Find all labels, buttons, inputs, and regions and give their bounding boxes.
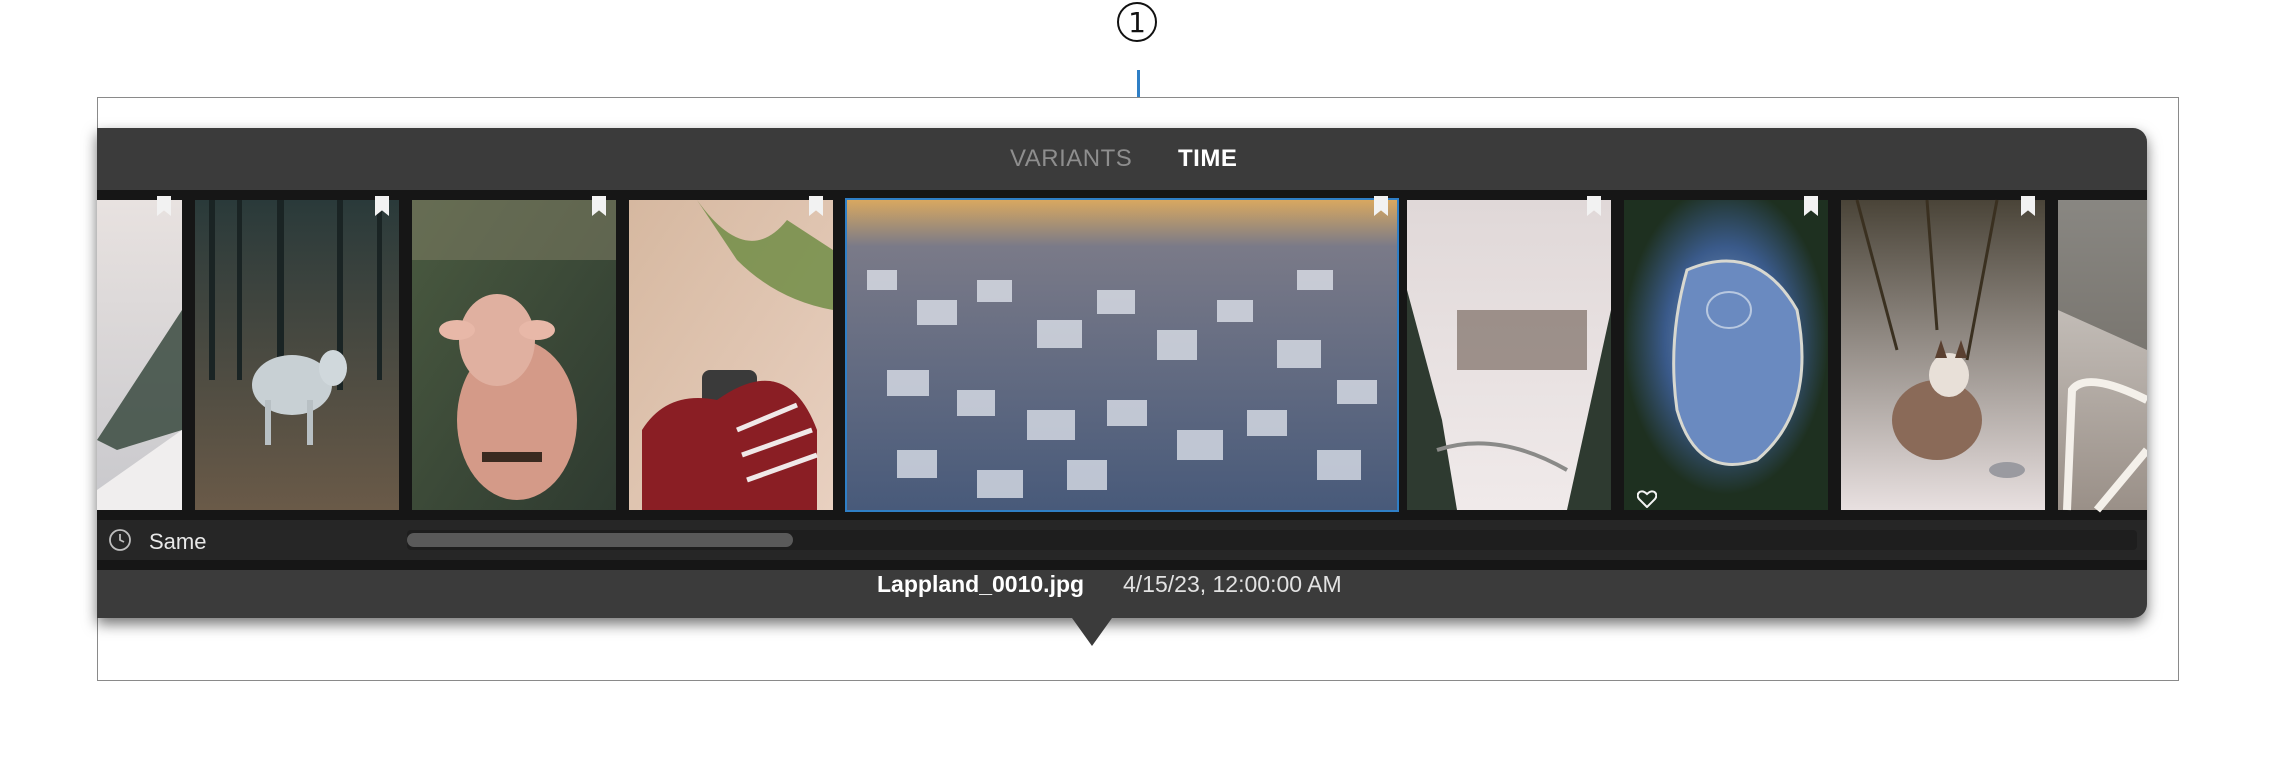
popover-pointer xyxy=(1072,618,1112,646)
thumbnail-1[interactable] xyxy=(97,200,182,510)
file-name: Lappland_0010.jpg xyxy=(877,571,1085,597)
thumbnail-7[interactable] xyxy=(1624,200,1828,510)
thumbnail-9[interactable] xyxy=(2058,200,2147,513)
thumbnail-8[interactable] xyxy=(1841,199,2045,510)
tab-time[interactable]: TIME xyxy=(1178,145,1237,173)
tab-bar: VARIANTS TIME xyxy=(97,128,2147,190)
thumbnail-5-selected[interactable] xyxy=(845,198,1399,512)
heart-icon[interactable] xyxy=(1637,490,1657,508)
filmstrip-canvas xyxy=(97,198,2147,513)
thumbnail-2[interactable] xyxy=(195,200,399,510)
thumbnail-4[interactable] xyxy=(629,200,833,510)
thumbnail-6[interactable] xyxy=(1407,200,1611,510)
footer: Lappland_0010.jpg 4/15/23, 12:00:00 AM xyxy=(97,552,2147,618)
scrollbar-thumb[interactable] xyxy=(407,533,793,547)
thumbnail-3[interactable] xyxy=(412,200,616,510)
tab-variants[interactable]: VARIANTS xyxy=(1010,145,1132,173)
callout-number: 1 xyxy=(1117,2,1157,42)
filmstrip-popover: VARIANTS TIME Same Lappland_0010.jpg 4/1… xyxy=(97,128,2147,618)
scrollbar-track[interactable] xyxy=(407,530,2137,550)
filmstrip: Same xyxy=(97,190,2147,570)
clock-icon xyxy=(109,529,131,551)
file-datetime: 4/15/23, 12:00:00 AM xyxy=(1123,571,1342,597)
